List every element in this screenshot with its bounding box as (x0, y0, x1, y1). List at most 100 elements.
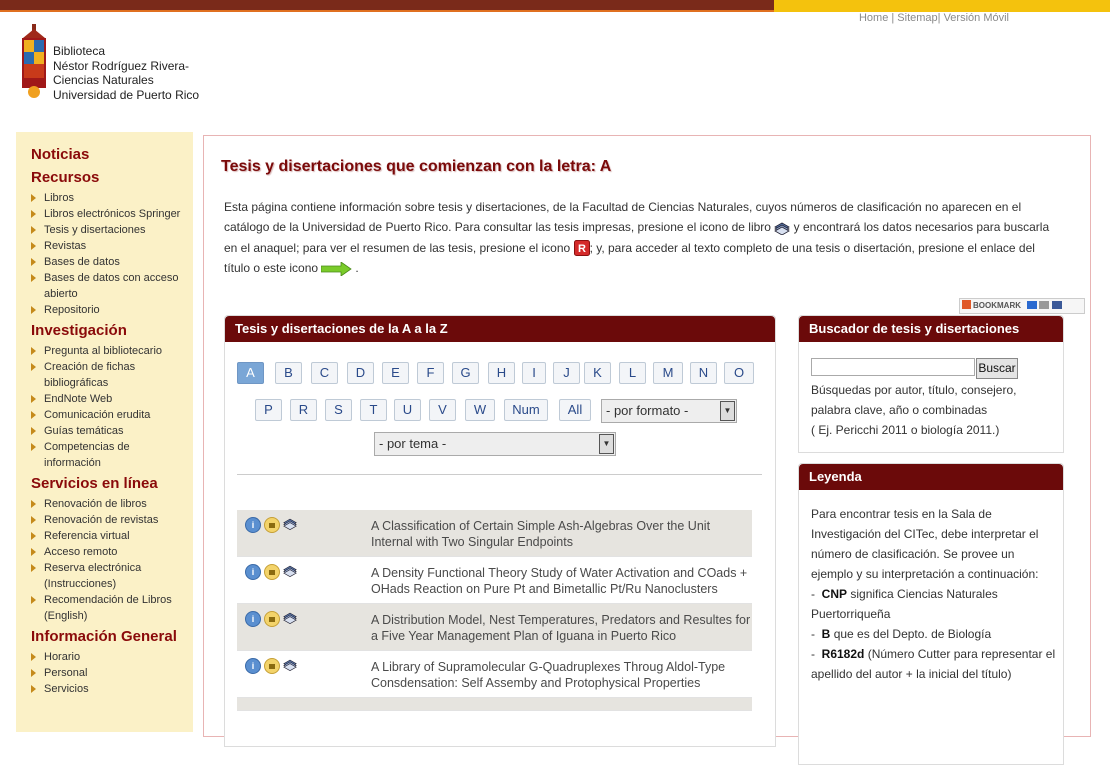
letter-button-r[interactable]: R (290, 399, 317, 421)
thesis-title-link[interactable]: A Distribution Model, Nest Temperatures,… (371, 604, 752, 650)
sidebar-item-servicios[interactable]: Servicios (16, 681, 193, 697)
sidebar-item-renovacion-libros[interactable]: Renovación de libros (16, 496, 193, 512)
sidebar-item-repositorio[interactable]: Repositorio (16, 302, 193, 318)
sidebar-item-acceso-remoto[interactable]: Acceso remoto (16, 544, 193, 560)
sidebar-item-bases-datos[interactable]: Bases de datos (16, 254, 193, 270)
thesis-title-link[interactable]: A Library of Supramolecular G-Quadruplex… (371, 651, 752, 697)
letter-button-h[interactable]: H (488, 362, 515, 384)
sidebar-item-fichas[interactable]: Creación de fichas bibliográficas (16, 359, 193, 391)
sidebar-item-revistas[interactable]: Revistas (16, 238, 193, 254)
letter-button-w[interactable]: W (465, 399, 495, 421)
sidebar-item-endnote[interactable]: EndNote Web (16, 391, 193, 407)
search-input[interactable] (811, 358, 975, 376)
row-icons: i (245, 611, 297, 627)
info-icon[interactable]: i (245, 611, 261, 627)
sidebar-item-bases-abierto[interactable]: Bases de datos con acceso abierto (16, 270, 193, 302)
sidebar-item-reserva[interactable]: Reserva electrónica (Instrucciones) (16, 560, 193, 592)
sidebar-item-personal[interactable]: Personal (16, 665, 193, 681)
book-icon[interactable] (283, 658, 297, 671)
sidebar-heading-investigacion[interactable]: Investigación (16, 322, 193, 339)
legend-item: - B que es del Depto. de Biología (811, 627, 992, 641)
letter-button-f[interactable]: F (417, 362, 444, 384)
letter-button-k[interactable]: K (584, 362, 611, 384)
sidebar-list-recursos: Libros Libros electrónicos Springer Tesi… (16, 190, 193, 318)
sidebar-heading-recursos[interactable]: Recursos (16, 169, 193, 186)
table-row: i A Density Functional Theory Study of W… (237, 557, 752, 604)
letter-button-m[interactable]: M (653, 362, 683, 384)
sidebar-item-tesis[interactable]: Tesis y disertaciones (16, 222, 193, 238)
legend-item: - R6182d (Número Cutter para representar… (811, 647, 1056, 681)
topic-select-value: - por tema - (379, 436, 447, 451)
letter-button-d[interactable]: D (347, 362, 374, 384)
letter-button-j[interactable]: J (553, 362, 580, 384)
letter-button-e[interactable]: E (382, 362, 409, 384)
bookmark-button[interactable]: BOOKMARK (959, 298, 1085, 314)
format-select[interactable]: - por formato - ▼ (601, 399, 737, 423)
thesis-title-link[interactable]: A Density Functional Theory Study of Wat… (371, 557, 752, 603)
search-help-text: Búsquedas por autor, título, consejero, … (811, 383, 1017, 417)
letter-button-l[interactable]: L (619, 362, 646, 384)
sidebar-item-recomendacion[interactable]: Recomendación de Libros (English) (16, 592, 193, 624)
sidebar-item-libros[interactable]: Libros (16, 190, 193, 206)
letter-button-p[interactable]: P (255, 399, 282, 421)
lock-icon[interactable] (264, 658, 280, 674)
lock-icon[interactable] (264, 564, 280, 580)
letter-button-all[interactable]: All (559, 399, 591, 421)
chevron-down-icon: ▼ (720, 401, 735, 421)
full-text-arrow-icon (321, 261, 353, 276)
legend-text: que es del Depto. de Biología (833, 627, 992, 641)
svg-text:R: R (578, 243, 586, 255)
sidebar-item-guias[interactable]: Guías temáticas (16, 423, 193, 439)
sidebar-list-servicios: Renovación de libros Renovación de revis… (16, 496, 193, 624)
sidebar-list-informacion: Horario Personal Servicios (16, 649, 193, 697)
letter-button-g[interactable]: G (452, 362, 479, 384)
info-icon[interactable]: i (245, 517, 261, 533)
legend-intro: Para encontrar tesis en la Sala de Inves… (811, 507, 1039, 581)
page-title: Tesis y disertaciones que comienzan con … (221, 158, 612, 175)
mobile-version-link[interactable]: Versión Móvil (944, 12, 1009, 24)
logo-line: Biblioteca (53, 44, 106, 58)
legend-code: R6182d (821, 647, 865, 661)
lock-icon[interactable] (264, 611, 280, 627)
info-icon[interactable]: i (245, 564, 261, 580)
letter-button-c[interactable]: C (311, 362, 338, 384)
letter-button-v[interactable]: V (429, 399, 456, 421)
letter-button-i[interactable]: I (522, 362, 546, 384)
home-link[interactable]: Home (859, 12, 888, 24)
facebook-icon (1051, 301, 1062, 309)
sidebar-heading-noticias[interactable]: Noticias (16, 146, 193, 163)
lock-icon[interactable] (264, 517, 280, 533)
sidebar-item-horario[interactable]: Horario (16, 649, 193, 665)
top-bar-accent (0, 10, 774, 12)
sidebar-item-competencias[interactable]: Competencias de información (16, 439, 193, 471)
info-icon[interactable]: i (245, 658, 261, 674)
letter-button-b[interactable]: B (275, 362, 302, 384)
book-icon[interactable] (283, 611, 297, 624)
legend-code: CNP (821, 587, 848, 601)
thesis-title-link[interactable]: A Classification of Certain Simple Ash-A… (371, 510, 752, 556)
logo-line: Néstor Rodríguez Rivera- (53, 58, 190, 73)
sidebar-item-libros-electronicos[interactable]: Libros electrónicos Springer (16, 206, 193, 222)
letter-button-a[interactable]: A (237, 362, 264, 384)
intro-text: . (355, 260, 359, 275)
sitemap-link[interactable]: Sitemap (897, 12, 937, 24)
sidebar-heading-servicios[interactable]: Servicios en línea (16, 475, 193, 492)
topic-select[interactable]: - por tema - ▼ (374, 432, 616, 456)
legend-panel-title: Leyenda (799, 464, 1063, 490)
sidebar-item-pregunta[interactable]: Pregunta al bibliotecario (16, 343, 193, 359)
letter-button-t[interactable]: T (360, 399, 387, 421)
library-logo[interactable]: Biblioteca Néstor Rodríguez Rivera- Cien… (20, 24, 210, 102)
sidebar-item-referencia[interactable]: Referencia virtual (16, 528, 193, 544)
letter-button-u[interactable]: U (394, 399, 421, 421)
letter-button-s[interactable]: S (325, 399, 352, 421)
letter-button-num[interactable]: Num (504, 399, 548, 421)
sidebar: Noticias Recursos Libros Libros electrón… (16, 132, 193, 732)
sidebar-heading-informacion[interactable]: Información General (16, 628, 193, 645)
sidebar-item-renovacion-revistas[interactable]: Renovación de revistas (16, 512, 193, 528)
book-icon[interactable] (283, 517, 297, 530)
sidebar-item-comunicacion[interactable]: Comunicación erudita (16, 407, 193, 423)
search-button[interactable]: Buscar (976, 358, 1018, 379)
letter-button-n[interactable]: N (690, 362, 717, 384)
letter-button-o[interactable]: O (724, 362, 754, 384)
book-icon[interactable] (283, 564, 297, 577)
